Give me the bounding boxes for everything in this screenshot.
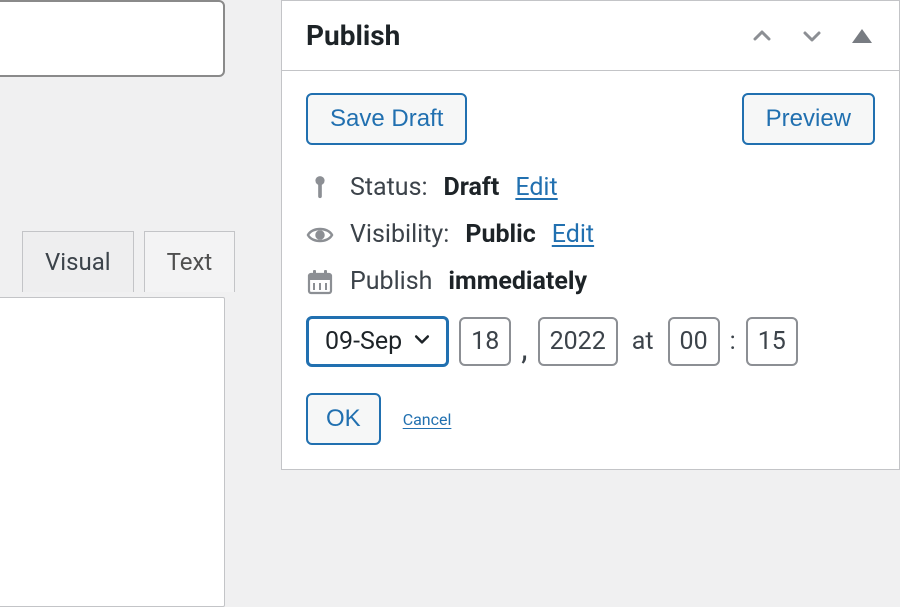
status-label: Status: [350,173,428,202]
hour-input[interactable]: 00 [668,317,720,366]
schedule-immediate: immediately [448,267,587,296]
editor-tabs: Visual Text [22,231,235,292]
eye-icon [306,225,334,245]
tab-text[interactable]: Text [144,231,236,292]
publish-metabox: Publish Save Draft Preview Status: Draft… [281,0,900,470]
editor-body-fragment[interactable] [0,297,225,607]
cancel-link[interactable]: Cancel [403,410,452,429]
year-input[interactable]: 2022 [538,317,618,366]
publish-body: Save Draft Preview Status: Draft Edit Vi… [282,71,899,469]
schedule-inputs-row: 09-Sep 18 , 2022 at 00 : 15 [306,316,875,367]
at-label: at [632,327,654,356]
minute-input[interactable]: 15 [746,317,798,366]
visibility-row: Visibility: Public Edit [306,220,875,249]
pin-icon [306,174,334,202]
publish-header-actions [749,23,875,49]
status-row: Status: Draft Edit [306,173,875,202]
collapse-toggle-icon[interactable] [849,23,875,49]
schedule-confirm-row: OK Cancel [306,393,875,445]
month-select-value: 09-Sep [325,327,402,356]
calendar-icon [306,269,334,295]
title-input-fragment[interactable] [0,0,225,77]
move-up-icon[interactable] [749,23,775,49]
schedule-label: Publish [350,267,432,296]
publish-title: Publish [306,19,400,52]
preview-button[interactable]: Preview [742,93,875,145]
day-input[interactable]: 18 [459,317,511,366]
publish-button-row: Save Draft Preview [306,93,875,145]
month-select[interactable]: 09-Sep [306,316,449,367]
schedule-label-row: Publish immediately [306,267,875,296]
publish-header: Publish [282,1,899,71]
save-draft-button[interactable]: Save Draft [306,93,467,145]
visibility-label: Visibility: [350,220,449,249]
tab-text-label: Text [167,248,213,276]
tab-visual-label: Visual [45,248,111,276]
comma-separator: , [521,329,527,367]
visibility-edit-link[interactable]: Edit [552,220,594,249]
move-down-icon[interactable] [799,23,825,49]
tab-visual[interactable]: Visual [22,231,134,292]
chevron-down-icon [412,327,432,356]
time-colon: : [730,327,736,356]
status-edit-link[interactable]: Edit [515,173,557,202]
ok-button[interactable]: OK [306,393,381,445]
status-value: Draft [444,173,500,202]
visibility-value: Public [465,220,535,249]
